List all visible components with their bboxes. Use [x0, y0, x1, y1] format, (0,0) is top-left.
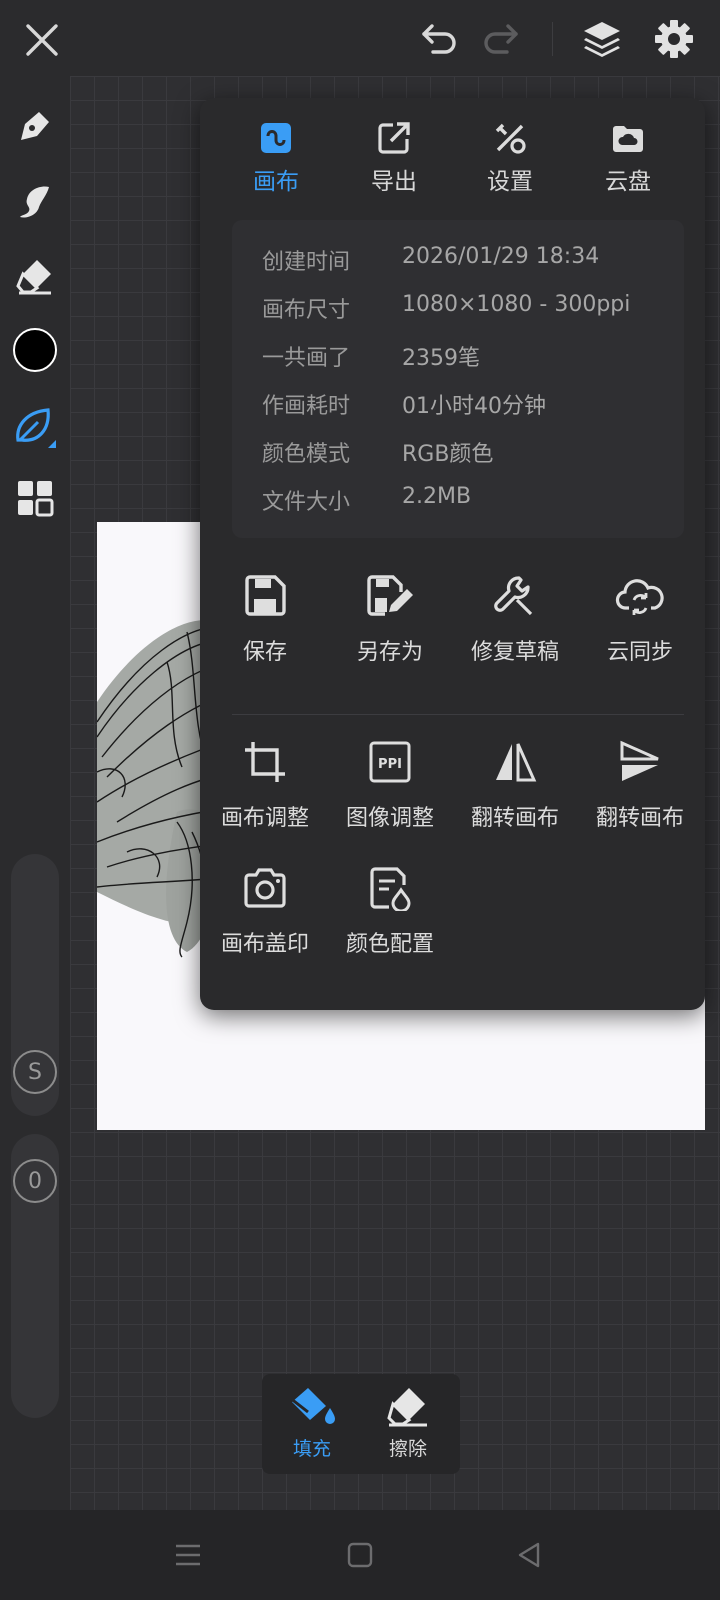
info-row: 创建时间 2026/01/29 18:34: [262, 244, 600, 275]
svg-text:PPI: PPI: [378, 757, 402, 772]
opacity-label: 0: [13, 1159, 57, 1203]
color-profile-icon: [367, 860, 413, 916]
tab-settings[interactable]: 设置: [450, 118, 570, 198]
info-row: 作画耗时 01小时40分钟: [262, 394, 546, 419]
size-label: S: [13, 1050, 57, 1094]
gear-icon[interactable]: [650, 16, 698, 62]
current-color: [13, 328, 57, 372]
grid-icon[interactable]: [10, 473, 60, 523]
wrench-icon: [493, 568, 537, 624]
repair-draft-button[interactable]: 修复草稿: [450, 568, 580, 678]
eraser-icon: [387, 1388, 427, 1427]
cloud-sync-icon: [615, 568, 665, 624]
canvas-stamp-button[interactable]: 画布盖印: [200, 860, 330, 970]
canvas-info: 创建时间 2026/01/29 18:34 画布尺寸 1080×1080 - 3…: [232, 220, 684, 538]
canvas-adjust-button[interactable]: 画布调整: [200, 734, 330, 844]
flip-vertical-icon: [618, 734, 662, 790]
canvas-icon: [259, 118, 293, 158]
system-nav-bar: [0, 1510, 720, 1600]
info-row: 画布尺寸 1080×1080 - 300ppi: [262, 292, 631, 323]
pen-icon[interactable]: [10, 101, 60, 151]
eraser-icon[interactable]: [10, 251, 60, 301]
tab-export[interactable]: 导出: [334, 118, 454, 198]
image-adjust-button[interactable]: PPI 图像调整: [325, 734, 455, 844]
save-as-icon: [365, 568, 415, 624]
close-icon[interactable]: [18, 18, 66, 62]
flip-horizontal-icon: [493, 734, 537, 790]
info-row: 颜色模式 RGB颜色: [262, 442, 494, 467]
save-as-button[interactable]: 另存为: [325, 568, 455, 678]
flip-vertical-button[interactable]: 翻转画布: [575, 734, 705, 844]
flip-horizontal-button[interactable]: 翻转画布: [450, 734, 580, 844]
color-swatch[interactable]: [10, 325, 60, 375]
layers-icon[interactable]: [578, 16, 626, 62]
cloud-drive-icon: [610, 118, 646, 158]
back-icon[interactable]: [506, 1532, 552, 1578]
panel-tabs: 画布 导出 设置 云盘: [200, 118, 705, 198]
home-icon[interactable]: [337, 1532, 383, 1578]
color-profile-button[interactable]: 颜色配置: [325, 860, 455, 970]
cloud-sync-button[interactable]: 云同步: [575, 568, 705, 678]
camera-icon: [242, 860, 288, 916]
redo-icon[interactable]: [476, 16, 526, 62]
left-toolbar: S 0: [0, 76, 70, 1510]
leaf-brush-icon[interactable]: [10, 401, 60, 451]
top-toolbar: [0, 0, 720, 76]
tab-cloud-drive[interactable]: 云盘: [568, 118, 688, 198]
panel-divider: [232, 714, 684, 715]
canvas-menu-panel: 画布 导出 设置 云盘 创建时间 2026/01/29 18:34 画布尺寸 1…: [200, 98, 705, 1010]
ppi-icon: PPI: [368, 734, 412, 790]
erase-button[interactable]: 擦除: [362, 1384, 454, 1466]
export-icon: [377, 118, 411, 158]
menu-icon[interactable]: [165, 1532, 211, 1578]
paint-bucket-icon: [289, 1388, 335, 1424]
info-row: 一共画了 2359笔: [262, 346, 480, 371]
save-icon: [243, 568, 287, 624]
crop-icon: [242, 734, 288, 790]
fill-erase-bar: 填充 擦除: [262, 1374, 460, 1474]
fill-button[interactable]: 填充: [266, 1384, 358, 1466]
settings-tools-icon: [493, 118, 527, 158]
smudge-icon[interactable]: [10, 176, 60, 226]
save-button[interactable]: 保存: [200, 568, 330, 678]
undo-icon[interactable]: [414, 16, 464, 62]
tab-canvas[interactable]: 画布: [216, 118, 336, 198]
info-row: 文件大小 2.2MB: [262, 484, 472, 515]
toolbar-divider: [552, 22, 553, 56]
